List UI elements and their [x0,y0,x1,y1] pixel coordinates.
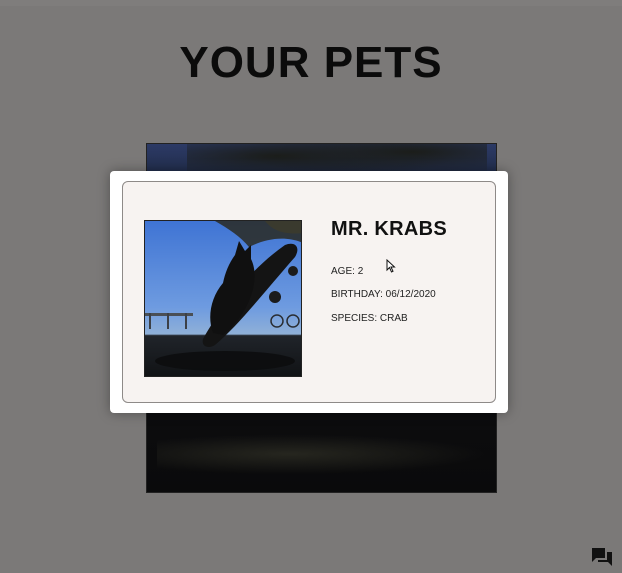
pet-species-line: SPECIES: CRAB [331,313,408,324]
chat-bubbles-icon[interactable] [590,546,614,568]
background-ground [157,434,487,474]
pet-age-line: AGE: 2 [331,266,363,277]
pet-birthday-line: BIRTHDAY: 06/12/2020 [331,289,436,300]
species-value: CRAB [379,313,408,324]
species-label: SPECIES: [331,313,378,324]
birthday-label: BIRTHDAY: [331,289,383,300]
page-title: YOUR PETS [179,38,443,87]
pet-name: MR. KRABS [331,218,448,240]
top-strip [0,0,622,6]
pet-photo [144,220,302,377]
mouse-pointer-icon [386,258,396,273]
age-value: 2 [357,266,364,277]
pet-card: MR. KRABS AGE: 2 BIRTHDAY: 06/12/2020 SP… [122,181,496,403]
cat-on-skateboard-photo [145,221,301,376]
pet-detail-modal[interactable]: MR. KRABS AGE: 2 BIRTHDAY: 06/12/2020 SP… [110,171,508,413]
age-label: AGE: [331,266,355,277]
birthday-value: 06/12/2020 [385,289,436,300]
